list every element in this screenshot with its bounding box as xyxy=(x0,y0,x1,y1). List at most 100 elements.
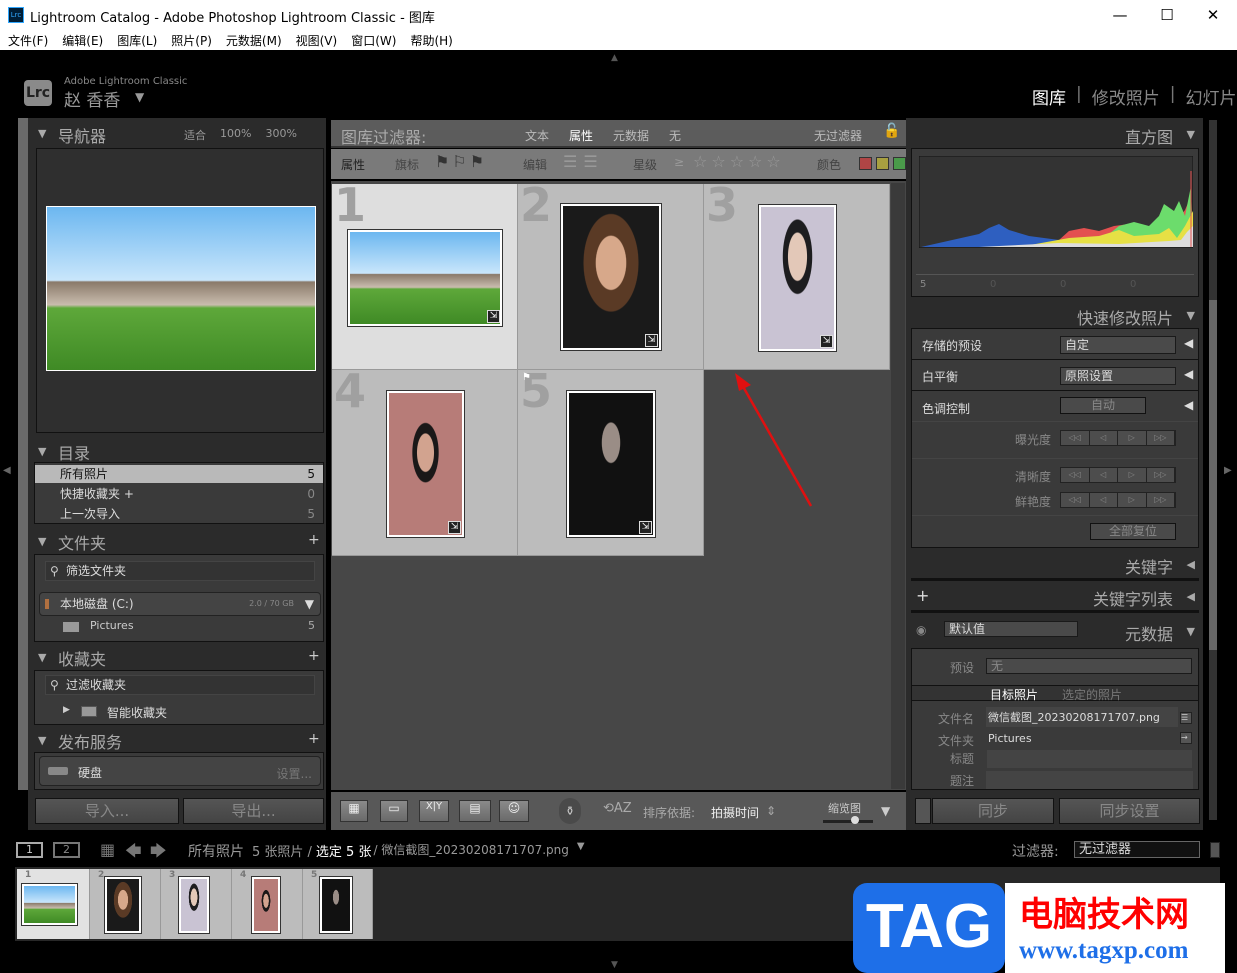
file-dropdown-icon[interactable]: ▼ xyxy=(577,841,585,861)
folder-pictures[interactable]: Pictures xyxy=(90,619,134,632)
zoom-fit[interactable]: 适合 xyxy=(184,127,206,143)
filter-toggle[interactable] xyxy=(1210,842,1220,858)
go-to-folder-icon[interactable]: → xyxy=(1180,732,1192,744)
edit-badge-icon[interactable]: ⇲ xyxy=(820,335,833,348)
menu-help[interactable]: 帮助(H) xyxy=(410,32,452,49)
export-button[interactable]: 导出... xyxy=(183,798,324,824)
vibrance-stepper[interactable]: ◁◁ ◁ ▷ ▷▷ xyxy=(1060,492,1176,508)
flag-icon[interactable]: ⚑ xyxy=(522,372,531,383)
collapse-icon[interactable]: ▼ xyxy=(1187,625,1195,638)
current-file[interactable]: / 微信截图_20230208171707.png xyxy=(373,841,568,861)
rating-operator[interactable]: ≥ xyxy=(674,155,684,169)
module-develop[interactable]: 修改照片 xyxy=(1092,84,1160,109)
module-slideshow[interactable]: 幻灯片 xyxy=(1185,84,1236,109)
edit-badge-icon[interactable]: ⇲ xyxy=(448,521,461,534)
expand-left-icon[interactable]: ◀ xyxy=(1187,558,1195,571)
collection-filter-input[interactable]: 过滤收藏夹 xyxy=(45,675,315,695)
compare-view-icon[interactable]: X|Y xyxy=(419,800,449,822)
auto-sync-toggle[interactable] xyxy=(915,798,931,824)
keyword-list-title[interactable]: 关键字列表 xyxy=(1093,586,1173,610)
thumbnail-man-1[interactable] xyxy=(758,204,837,352)
filmstrip-item[interactable]: 1 xyxy=(17,869,90,939)
main-window-button[interactable]: 1 xyxy=(16,842,43,858)
user-name[interactable]: 赵 香香 xyxy=(64,86,120,111)
expand-left-icon[interactable]: ◀ xyxy=(1184,367,1193,381)
filter-tab-attribute[interactable]: 属性 xyxy=(569,127,593,144)
grid-cell[interactable]: 5 ⚑ ⇲ xyxy=(518,364,704,556)
survey-view-icon[interactable]: ▤ xyxy=(459,800,491,822)
filmstrip-item[interactable]: 3 xyxy=(161,869,232,939)
catalog-title[interactable]: 目录 xyxy=(58,440,90,464)
menu-photo[interactable]: 照片(P) xyxy=(171,32,212,49)
sync-settings-button[interactable]: 同步设置 xyxy=(1059,798,1200,824)
collapse-icon[interactable]: ▼ xyxy=(38,445,46,458)
zoom-300[interactable]: 300% xyxy=(265,127,296,143)
menu-edit[interactable]: 编辑(E) xyxy=(62,32,103,49)
folder-filter-input[interactable]: 筛选文件夹 xyxy=(45,561,315,581)
list-icon[interactable]: ☰ xyxy=(1180,712,1192,724)
navigator-preview[interactable] xyxy=(36,148,324,433)
menu-library[interactable]: 图库(L) xyxy=(117,32,157,49)
quick-develop-title[interactable]: 快速修改照片 xyxy=(1077,305,1173,329)
menu-file[interactable]: 文件(F) xyxy=(8,32,48,49)
folders-title[interactable]: 文件夹 xyxy=(58,530,106,554)
filter-preset-select[interactable]: 无过滤器 xyxy=(814,127,862,144)
collapse-icon[interactable]: ▼ xyxy=(38,651,46,664)
collapse-icon[interactable]: ▼ xyxy=(38,127,46,140)
grid-view-icon[interactable]: ▦ xyxy=(340,800,368,822)
filter-tab-metadata[interactable]: 元数据 xyxy=(613,127,649,144)
add-folder-icon[interactable]: + xyxy=(308,532,320,548)
edit-badge-icon[interactable]: ⇲ xyxy=(639,521,652,534)
bottom-panel-toggle-icon[interactable]: ▼ xyxy=(611,960,618,970)
sort-spinner-icon[interactable]: ⇕ xyxy=(766,804,776,818)
zoom-100[interactable]: 100% xyxy=(220,127,251,143)
filmstrip-item[interactable]: 5 xyxy=(303,869,373,939)
metadata-title[interactable]: 元数据 xyxy=(1125,621,1173,645)
filmstrip-item[interactable]: 2 xyxy=(90,869,161,939)
people-view-icon[interactable]: ☺ xyxy=(499,800,529,822)
tab-selected-photos[interactable]: 选定的照片 xyxy=(1062,686,1122,703)
filter-tab-none[interactable]: 无 xyxy=(669,127,681,144)
forward-arrow-icon[interactable]: 🡆 xyxy=(150,840,167,867)
toolbar-menu-icon[interactable]: ▼ xyxy=(881,804,890,818)
keywording-title[interactable]: 关键字 xyxy=(1125,554,1173,578)
thumbnail-man-2[interactable] xyxy=(386,390,465,538)
flag-filter-icons[interactable]: ⚑⚐⚑ xyxy=(435,152,487,171)
module-library[interactable]: 图库 xyxy=(1032,84,1066,109)
publish-settings[interactable]: 设置... xyxy=(277,765,312,782)
loupe-view-icon[interactable]: ▭ xyxy=(380,800,408,822)
thumbnail-house[interactable] xyxy=(347,229,503,327)
color-filter-green[interactable] xyxy=(893,157,906,170)
clarity-stepper[interactable]: ◁◁ ◁ ▷ ▷▷ xyxy=(1060,467,1176,483)
grid-scrollbar[interactable] xyxy=(891,183,905,789)
filmstrip-filter-select[interactable]: 无过滤器 xyxy=(1074,841,1200,858)
identity-dropdown-icon[interactable]: ▼ xyxy=(135,90,144,104)
menu-window[interactable]: 窗口(W) xyxy=(351,32,396,49)
add-keyword-icon[interactable]: + xyxy=(916,586,929,605)
sort-select[interactable]: 拍摄时间 xyxy=(711,804,759,821)
slider-thumb[interactable] xyxy=(851,816,859,824)
filter-tab-text[interactable]: 文本 xyxy=(525,127,549,144)
maximize-button[interactable]: ☐ xyxy=(1152,4,1182,26)
eye-icon[interactable]: ◉ xyxy=(916,623,926,637)
histogram-title[interactable]: 直方图 xyxy=(1125,124,1173,148)
thumbnail-man-3[interactable] xyxy=(566,390,656,538)
star-rating-filter[interactable]: ☆☆☆☆☆ xyxy=(693,152,785,171)
second-window-button[interactable]: 2 xyxy=(53,842,80,858)
left-panel-toggle-icon[interactable]: ◀ xyxy=(3,465,11,476)
title-field[interactable] xyxy=(986,749,1193,769)
grid-cell[interactable]: 1 ⇲ xyxy=(332,178,518,370)
collapse-icon[interactable]: ▼ xyxy=(38,535,46,548)
grid-cell[interactable]: 3 ⇲ xyxy=(704,178,890,370)
edit-badge-icon[interactable]: ⇲ xyxy=(645,334,658,347)
navigator-title[interactable]: 导航器 xyxy=(58,123,106,147)
expand-left-icon[interactable]: ◀ xyxy=(1184,398,1193,412)
volume-row[interactable]: 本地磁盘 (C:) 2.0 / 70 GB ▼ xyxy=(39,592,321,616)
menu-view[interactable]: 视图(V) xyxy=(296,32,338,49)
expand-left-icon[interactable]: ◀ xyxy=(1184,336,1193,350)
metadata-view-select[interactable]: 默认值 xyxy=(944,621,1078,637)
color-filter-yellow[interactable] xyxy=(876,157,889,170)
back-arrow-icon[interactable]: 🡄 xyxy=(125,840,142,867)
right-panel-scrollbar[interactable] xyxy=(1209,120,1217,820)
expand-left-icon[interactable]: ◀ xyxy=(1187,590,1195,603)
